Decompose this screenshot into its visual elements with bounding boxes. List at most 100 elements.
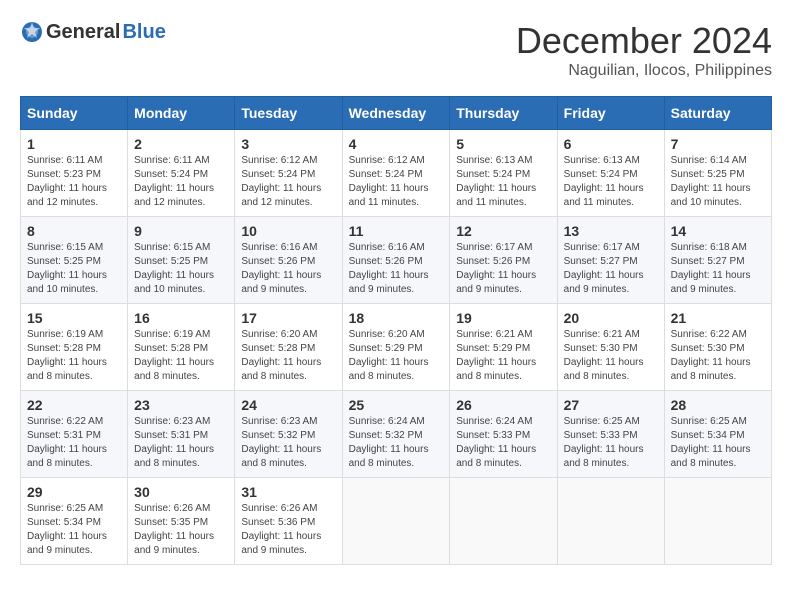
day-number: 27	[564, 397, 658, 413]
calendar-cell: 13 Sunrise: 6:17 AM Sunset: 5:27 PM Dayli…	[557, 217, 664, 304]
calendar-cell	[342, 478, 450, 565]
calendar-cell: 30 Sunrise: 6:26 AM Sunset: 5:35 PM Dayli…	[128, 478, 235, 565]
day-number: 29	[27, 484, 121, 500]
calendar-cell: 8Sunrise: 6:15 AM Sunset: 5:25 PM Daylig…	[21, 217, 128, 304]
day-info: Sunrise: 6:23 AM Sunset: 5:32 PM Dayligh…	[241, 415, 335, 471]
calendar-week-row: 29 Sunrise: 6:25 AM Sunset: 5:34 PM Dayli…	[21, 478, 772, 565]
day-number: 7	[671, 136, 765, 152]
calendar-cell: 31Sunrise: 6:26 AM Sunset: 5:36 PM Dayli…	[235, 478, 342, 565]
calendar-cell: 4Sunrise: 6:12 AM Sunset: 5:24 PM Daylig…	[342, 130, 450, 217]
day-number: 3	[241, 136, 335, 152]
day-number: 15	[27, 310, 121, 326]
weekday-header-wednesday: Wednesday	[342, 97, 450, 130]
day-number: 30	[134, 484, 228, 500]
day-number: 4	[349, 136, 444, 152]
weekday-header-saturday: Saturday	[664, 97, 771, 130]
day-number: 6	[564, 136, 658, 152]
day-info: Sunrise: 6:18 AM Sunset: 5:27 PM Dayligh…	[671, 241, 765, 297]
calendar-cell: 11Sunrise: 6:16 AM Sunset: 5:26 PM Dayli…	[342, 217, 450, 304]
calendar-cell: 26 Sunrise: 6:24 AM Sunset: 5:33 PM Dayli…	[450, 391, 557, 478]
day-number: 20	[564, 310, 658, 326]
day-info: Sunrise: 6:11 AM Sunset: 5:24 PM Dayligh…	[134, 154, 228, 210]
day-number: 18	[349, 310, 444, 326]
day-number: 19	[456, 310, 550, 326]
weekday-header-thursday: Thursday	[450, 97, 557, 130]
page-header: General Blue December 2024 Naguilian, Il…	[20, 20, 772, 80]
calendar-cell: 25 Sunrise: 6:24 AM Sunset: 5:32 PM Dayli…	[342, 391, 450, 478]
day-info: Sunrise: 6:13 AM Sunset: 5:24 PM Dayligh…	[564, 154, 658, 210]
day-info: Sunrise: 6:13 AM Sunset: 5:24 PM Dayligh…	[456, 154, 550, 210]
day-info: Sunrise: 6:24 AM Sunset: 5:33 PM Dayligh…	[456, 415, 550, 471]
day-info: Sunrise: 6:17 AM Sunset: 5:27 PM Dayligh…	[564, 241, 658, 297]
day-number: 16	[134, 310, 228, 326]
day-info: Sunrise: 6:14 AM Sunset: 5:25 PM Dayligh…	[671, 154, 765, 210]
day-info: Sunrise: 6:11 AM Sunset: 5:23 PM Dayligh…	[27, 154, 121, 210]
day-number: 13	[564, 223, 658, 239]
day-number: 25	[349, 397, 444, 413]
weekday-header-sunday: Sunday	[21, 97, 128, 130]
calendar-cell: 1Sunrise: 6:11 AM Sunset: 5:23 PM Daylig…	[21, 130, 128, 217]
calendar-cell: 15Sunrise: 6:19 AM Sunset: 5:28 PM Dayli…	[21, 304, 128, 391]
calendar-week-row: 1Sunrise: 6:11 AM Sunset: 5:23 PM Daylig…	[21, 130, 772, 217]
day-number: 17	[241, 310, 335, 326]
day-info: Sunrise: 6:15 AM Sunset: 5:25 PM Dayligh…	[134, 241, 228, 297]
logo: General Blue	[20, 20, 166, 44]
day-number: 12	[456, 223, 550, 239]
calendar-cell: 14Sunrise: 6:18 AM Sunset: 5:27 PM Dayli…	[664, 217, 771, 304]
logo-icon	[20, 20, 44, 44]
day-info: Sunrise: 6:24 AM Sunset: 5:32 PM Dayligh…	[349, 415, 444, 471]
calendar-week-row: 8 Sunrise: 6:15 AM Sunset: 5:25 PM Daylig…	[21, 217, 772, 304]
day-info: Sunrise: 6:25 AM Sunset: 5:34 PM Dayligh…	[671, 415, 765, 471]
month-title: December 2024	[516, 20, 772, 62]
day-info: Sunrise: 6:25 AM Sunset: 5:34 PM Dayligh…	[27, 502, 121, 558]
calendar-cell: 28 Sunrise: 6:25 AM Sunset: 5:34 PM Dayli…	[664, 391, 771, 478]
day-number: 31	[241, 484, 335, 500]
day-number: 8	[27, 223, 121, 239]
day-info: Sunrise: 6:22 AM Sunset: 5:31 PM Dayligh…	[27, 415, 121, 471]
day-info: Sunrise: 6:21 AM Sunset: 5:30 PM Dayligh…	[564, 328, 658, 384]
calendar-cell: 18 Sunrise: 6:20 AM Sunset: 5:29 PM Dayli…	[342, 304, 450, 391]
calendar-table: SundayMondayTuesdayWednesdayThursdayFrid…	[20, 96, 772, 565]
day-info: Sunrise: 6:23 AM Sunset: 5:31 PM Dayligh…	[134, 415, 228, 471]
calendar-week-row: 22Sunrise: 6:22 AM Sunset: 5:31 PM Dayli…	[21, 391, 772, 478]
day-number: 9	[134, 223, 228, 239]
day-info: Sunrise: 6:20 AM Sunset: 5:28 PM Dayligh…	[241, 328, 335, 384]
day-info: Sunrise: 6:20 AM Sunset: 5:29 PM Dayligh…	[349, 328, 444, 384]
day-number: 21	[671, 310, 765, 326]
day-info: Sunrise: 6:12 AM Sunset: 5:24 PM Dayligh…	[241, 154, 335, 210]
calendar-cell: 12Sunrise: 6:17 AM Sunset: 5:26 PM Dayli…	[450, 217, 557, 304]
calendar-cell: 20 Sunrise: 6:21 AM Sunset: 5:30 PM Dayli…	[557, 304, 664, 391]
calendar-cell	[557, 478, 664, 565]
day-number: 10	[241, 223, 335, 239]
day-info: Sunrise: 6:25 AM Sunset: 5:33 PM Dayligh…	[564, 415, 658, 471]
calendar-cell: 10 Sunrise: 6:16 AM Sunset: 5:26 PM Dayli…	[235, 217, 342, 304]
day-info: Sunrise: 6:21 AM Sunset: 5:29 PM Dayligh…	[456, 328, 550, 384]
calendar-cell	[450, 478, 557, 565]
title-area: December 2024 Naguilian, Ilocos, Philipp…	[516, 20, 772, 80]
day-info: Sunrise: 6:22 AM Sunset: 5:30 PM Dayligh…	[671, 328, 765, 384]
day-info: Sunrise: 6:26 AM Sunset: 5:35 PM Dayligh…	[134, 502, 228, 558]
calendar-cell: 17 Sunrise: 6:20 AM Sunset: 5:28 PM Dayli…	[235, 304, 342, 391]
calendar-cell: 22Sunrise: 6:22 AM Sunset: 5:31 PM Dayli…	[21, 391, 128, 478]
calendar-cell: 16 Sunrise: 6:19 AM Sunset: 5:28 PM Dayli…	[128, 304, 235, 391]
calendar-cell: 3 Sunrise: 6:12 AM Sunset: 5:24 PM Daylig…	[235, 130, 342, 217]
day-number: 24	[241, 397, 335, 413]
day-number: 2	[134, 136, 228, 152]
weekday-header-monday: Monday	[128, 97, 235, 130]
calendar-cell	[664, 478, 771, 565]
logo-general-text: General	[46, 21, 120, 44]
calendar-cell: 27 Sunrise: 6:25 AM Sunset: 5:33 PM Dayli…	[557, 391, 664, 478]
weekday-header-tuesday: Tuesday	[235, 97, 342, 130]
weekday-header-row: SundayMondayTuesdayWednesdayThursdayFrid…	[21, 97, 772, 130]
calendar-cell: 5Sunrise: 6:13 AM Sunset: 5:24 PM Daylig…	[450, 130, 557, 217]
day-info: Sunrise: 6:19 AM Sunset: 5:28 PM Dayligh…	[134, 328, 228, 384]
day-number: 28	[671, 397, 765, 413]
day-info: Sunrise: 6:16 AM Sunset: 5:26 PM Dayligh…	[241, 241, 335, 297]
calendar-cell: 7 Sunrise: 6:14 AM Sunset: 5:25 PM Daylig…	[664, 130, 771, 217]
calendar-cell: 2 Sunrise: 6:11 AM Sunset: 5:24 PM Daylig…	[128, 130, 235, 217]
calendar-week-row: 15 Sunrise: 6:19 AM Sunset: 5:28 PM Dayli…	[21, 304, 772, 391]
location-title: Naguilian, Ilocos, Philippines	[516, 62, 772, 80]
day-number: 26	[456, 397, 550, 413]
calendar-cell: 21 Sunrise: 6:22 AM Sunset: 5:30 PM Dayli…	[664, 304, 771, 391]
calendar-cell: 23Sunrise: 6:23 AM Sunset: 5:31 PM Dayli…	[128, 391, 235, 478]
